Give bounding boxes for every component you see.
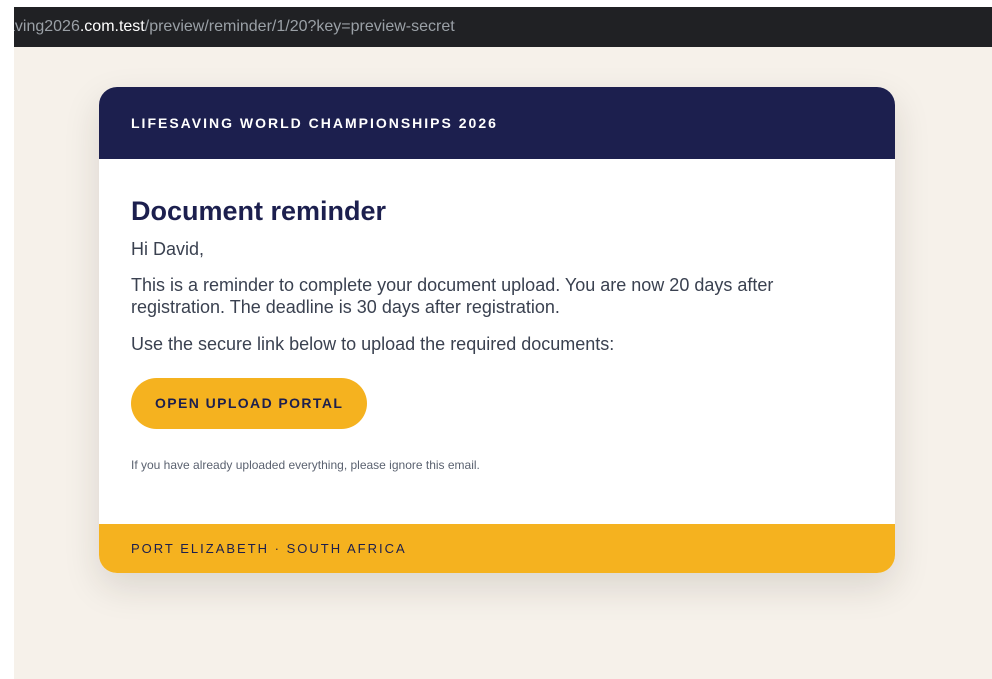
email-title: Document reminder: [131, 196, 387, 226]
header-brand: LIFESAVING WORLD CHAMPIONSHIPS 2026: [131, 115, 498, 131]
greeting: Hi David,: [131, 239, 205, 259]
ignore-note: If you have already uploaded everything,…: [131, 458, 480, 472]
email-card: LIFESAVING WORLD CHAMPIONSHIPS 2026 Docu…: [99, 87, 895, 573]
url-domain: .com.test: [79, 18, 145, 35]
address-bar[interactable]: aving2026 .com.test/preview/reminder/1/20…: [0, 7, 992, 47]
email-footer: PORT ELIZABETH · SOUTH AFRICA: [99, 524, 895, 573]
instruction-paragraph: Use the secure link below to upload the …: [131, 334, 615, 354]
open-upload-portal-button[interactable]: OPEN UPLOAD PORTAL: [131, 378, 368, 429]
reminder-paragraph: This is a reminder to complete your docu…: [131, 275, 774, 317]
email-header: LIFESAVING WORLD CHAMPIONSHIPS 2026: [99, 87, 895, 159]
url-path: /preview/reminder/1/20?key=preview-secre…: [144, 18, 455, 35]
top-gap: [0, 0, 992, 7]
url-prefix: aving2026: [6, 18, 80, 35]
footer-location: PORT ELIZABETH · SOUTH AFRICA: [131, 541, 407, 556]
window-edge: [0, 0, 14, 679]
email-body: Document reminder Hi David, This is a re…: [99, 159, 895, 524]
